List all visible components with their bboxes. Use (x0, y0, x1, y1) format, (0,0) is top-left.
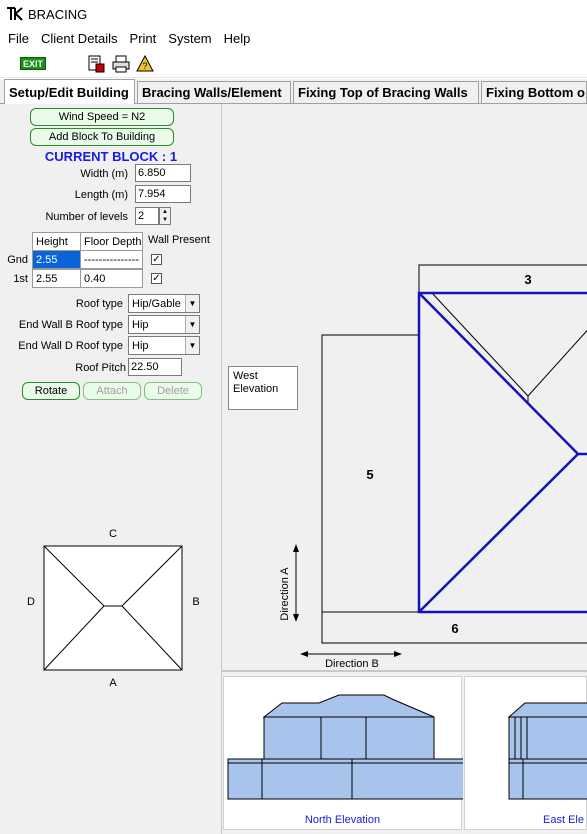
length-label: Length (m) (74, 189, 128, 201)
grid-header-floor-depth: Floor Depth (80, 232, 143, 251)
tab-fixing-bottom[interactable]: Fixing Bottom o (481, 81, 587, 103)
roof-type-value: Hip/Gable (132, 297, 181, 310)
chevron-down-icon[interactable]: ▼ (185, 337, 199, 354)
grid-header-height: Height (32, 232, 81, 251)
grid-cell-height[interactable]: 2.55 (32, 269, 81, 288)
roof-type-select[interactable]: Hip/Gable ▼ (128, 294, 200, 313)
current-block-outline[interactable] (417, 291, 587, 614)
spin-down-icon[interactable]: ▼ (160, 216, 170, 224)
roof-pitch-label: Roof Pitch (75, 362, 126, 374)
add-block-button[interactable]: Add Block To Building (30, 128, 174, 146)
roof-plan-diagram: C D B A (27, 528, 200, 689)
elevation-strip: North Elevation East Ele (222, 670, 587, 834)
delete-button[interactable]: Delete (144, 382, 202, 400)
direction-a-label: Direction A (279, 567, 291, 621)
north-elevation-panel[interactable]: North Elevation (223, 676, 465, 830)
end-wall-d-select[interactable]: Hip ▼ (128, 336, 200, 355)
block-5-label: 5 (366, 467, 373, 482)
block-6-label: 6 (451, 621, 458, 636)
grid-row-label: Gnd (7, 254, 28, 266)
tab-fixing-top[interactable]: Fixing Top of Bracing Walls (293, 81, 479, 103)
menu-system[interactable]: System (162, 31, 217, 46)
print-icon[interactable] (112, 55, 130, 73)
save-report-icon[interactable] (87, 55, 105, 73)
east-elevation-label: East Ele (543, 814, 584, 826)
chevron-down-icon[interactable]: ▼ (185, 295, 199, 312)
plan-drawing: 3 5 6 Direction A Direction B (279, 264, 587, 670)
menu-bar: File Client Details Print System Help (0, 28, 587, 48)
exit-button[interactable]: EXIT (20, 57, 46, 70)
roof-type-label: Roof type (75, 298, 123, 310)
width-input[interactable]: 6.850 (135, 164, 191, 182)
grid-row-label: 1st (13, 273, 28, 285)
east-elevation-drawing (507, 702, 587, 800)
setup-panel: Wind Speed = N2 Add Block To Building CU… (0, 104, 222, 834)
roof-side-d: D (27, 596, 35, 608)
grid-cell-floor-depth[interactable]: --------------- (80, 250, 143, 269)
roof-pitch-input[interactable]: 22.50 (128, 358, 182, 376)
app-logo-icon (7, 7, 23, 21)
end-wall-b-select[interactable]: Hip ▼ (128, 315, 200, 334)
wall-present-checkbox[interactable]: ✓ (151, 254, 162, 265)
spin-up-icon[interactable]: ▲ (160, 208, 170, 216)
north-elevation-drawing (227, 694, 465, 800)
menu-file[interactable]: File (2, 31, 35, 46)
tab-setup-edit-building[interactable]: Setup/Edit Building (4, 79, 135, 104)
roof-side-a: A (109, 677, 117, 689)
svg-text:?: ? (142, 61, 147, 71)
tab-strip: Setup/Edit Building Bracing Walls/Elemen… (0, 79, 587, 104)
grid-header-wall-present: Wall Present (148, 234, 210, 246)
end-wall-b-label: End Wall B Roof type (18, 319, 123, 331)
tab-bracing-walls[interactable]: Bracing Walls/Element (137, 81, 291, 103)
east-elevation-panel[interactable]: East Ele (464, 676, 587, 830)
current-block-heading: CURRENT BLOCK : 1 (44, 149, 178, 164)
end-wall-d-value: Hip (132, 339, 149, 352)
length-input[interactable]: 7.954 (135, 185, 191, 203)
direction-b-label: Direction B (325, 658, 379, 670)
block-3-label: 3 (524, 272, 531, 287)
block-3-outline[interactable] (418, 264, 587, 294)
width-label: Width (m) (80, 168, 128, 180)
wind-speed-button[interactable]: Wind Speed = N2 (30, 108, 174, 126)
grid-cell-height[interactable]: 2.55 (32, 250, 81, 269)
menu-client-details[interactable]: Client Details (35, 31, 124, 46)
menu-print[interactable]: Print (124, 31, 163, 46)
attach-button[interactable]: Attach (83, 382, 141, 400)
building-plan-canvas[interactable]: West Elevation 3 5 6 Direction A Directi… (222, 104, 587, 670)
end-wall-b-value: Hip (132, 318, 149, 331)
levels-label: Number of levels (45, 211, 128, 223)
levels-spinner[interactable]: ▲ ▼ (159, 207, 171, 225)
title-bar: BRACING (0, 0, 587, 28)
wall-present-checkbox[interactable]: ✓ (151, 273, 162, 284)
roof-side-c: C (109, 528, 117, 540)
rotate-button[interactable]: Rotate (22, 382, 80, 400)
menu-help[interactable]: Help (218, 31, 257, 46)
end-wall-d-label: End Wall D Roof type (18, 340, 123, 352)
help-icon[interactable]: ? (136, 55, 154, 73)
roof-side-b: B (192, 596, 199, 608)
toolbar: EXIT ? (0, 50, 587, 78)
levels-input[interactable]: 2 (135, 207, 159, 225)
north-elevation-label: North Elevation (304, 814, 381, 826)
grid-cell-floor-depth[interactable]: 0.40 (80, 269, 143, 288)
window-title: BRACING (28, 6, 88, 22)
chevron-down-icon[interactable]: ▼ (185, 316, 199, 333)
